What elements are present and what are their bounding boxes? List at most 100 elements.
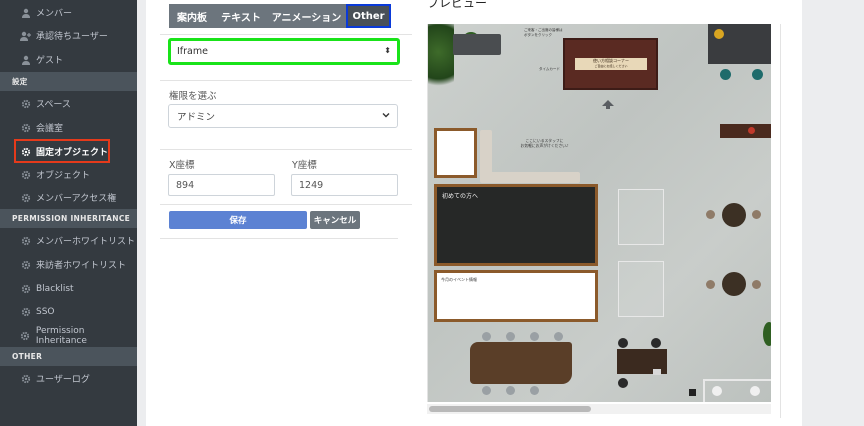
decor — [748, 127, 755, 134]
gear-icon — [20, 235, 31, 246]
office-chair — [651, 338, 661, 348]
chair — [706, 210, 715, 219]
sidebar-item-member-access[interactable]: メンバーアクセス権 — [0, 186, 137, 209]
role-label: 権限を選ぶ — [169, 91, 217, 102]
events-board: 今月のイベント情報 — [434, 270, 598, 322]
sidebar: メンバー 承認待ちユーザー ゲスト 設定 スペース 会議室 固定オブジェクト オ… — [0, 0, 137, 426]
highlight-fixed-objects — [14, 139, 110, 163]
entrance-mat — [453, 34, 501, 55]
laptop — [653, 369, 661, 375]
wooden-table — [470, 342, 572, 384]
first-visit-title: 初めての方へ — [442, 193, 479, 200]
sidebar-item-label: 承認待ちユーザー — [36, 32, 108, 42]
gear-icon — [20, 330, 31, 341]
preview-canvas[interactable]: ご来客・ご出席の皆様は ボタンをクリック タイムカード 使い方相談コーナー ご自… — [427, 24, 771, 402]
gear-icon — [20, 169, 31, 180]
chair — [554, 332, 563, 341]
stool — [752, 69, 763, 80]
sidebar-item-label: Permission Inheritance — [35, 325, 87, 346]
sidebar-item-label: メンバーホワイトリスト — [36, 237, 136, 247]
sidebar-item-meeting-rooms[interactable]: 会議室 — [0, 116, 137, 139]
chair — [530, 386, 539, 395]
sidebar-item-label: 会議室 — [36, 124, 64, 134]
gear-icon — [20, 283, 31, 294]
chevron-down-icon — [381, 110, 391, 123]
sidebar-item-sso[interactable]: SSO — [0, 300, 137, 323]
stool — [712, 386, 722, 396]
sidebar-item-members[interactable]: メンバー — [0, 1, 137, 24]
sofa-note: ここにいるスタッフに お気軽にお声がけください♪ — [520, 138, 569, 148]
tab-signboard[interactable]: 案内板 — [169, 4, 215, 28]
phone-booth — [618, 189, 664, 245]
sidebar-item-label: Blacklist — [36, 283, 74, 294]
sidebar-item-guest[interactable]: ゲスト — [0, 48, 137, 71]
stool — [720, 69, 731, 80]
sidebar-item-blacklist[interactable]: Blacklist — [0, 277, 137, 300]
gear-icon — [20, 192, 31, 203]
section-header-settings: 設定 — [0, 72, 137, 91]
sidebar-item-permission-inheritance[interactable]: Permission Inheritance — [0, 324, 137, 347]
time-card-label: タイムカード — [539, 67, 560, 71]
gear-icon — [20, 306, 31, 317]
divider — [160, 149, 412, 150]
sort-arrows-icon: ⬍ — [384, 46, 391, 55]
consultation-sign: 使い方相談コーナー ご自由にお話しください — [575, 58, 647, 70]
sidebar-item-visitor-whitelist[interactable]: 来訪者ホワイトリスト — [0, 253, 137, 276]
sidebar-item-member-whitelist[interactable]: メンバーホワイトリスト — [0, 229, 137, 252]
chair — [752, 280, 761, 289]
role-value: アドミン — [177, 112, 216, 123]
counter — [720, 124, 771, 138]
object-type-tabs: 案内板 テキスト アニメーション Other — [169, 4, 391, 28]
phone-booth — [618, 261, 664, 317]
tab-other[interactable]: Other — [346, 4, 391, 28]
divider — [160, 204, 412, 205]
preview-scroll-thumb[interactable] — [429, 406, 591, 412]
chair — [752, 210, 761, 219]
preview-title: プレビュー — [427, 0, 488, 10]
chair — [482, 386, 491, 395]
sidebar-item-label: オブジェクト — [36, 171, 91, 181]
user-icon — [20, 7, 31, 18]
divider — [780, 24, 781, 418]
sidebar-item-objects[interactable]: オブジェクト — [0, 163, 137, 186]
divider — [160, 34, 412, 35]
y-coordinate-input[interactable]: 1249 — [291, 174, 398, 196]
sidebar-item-spaces[interactable]: スペース — [0, 92, 137, 115]
save-button[interactable]: 保存 — [169, 211, 307, 229]
user-plus-icon — [20, 30, 31, 41]
power-outlet — [689, 389, 696, 396]
gear-icon — [20, 259, 31, 270]
arrow-up-icon — [602, 94, 614, 109]
x-coordinate-input[interactable]: 894 — [168, 174, 275, 196]
x-coordinate-label: X座標 — [169, 160, 195, 171]
chair — [706, 280, 715, 289]
main-panel: 案内板 テキスト アニメーション Other プレビュー Iframe ⬍ 権限… — [146, 0, 802, 426]
chalkboard-first-visit: 初めての方へ — [434, 184, 598, 266]
chair — [506, 332, 515, 341]
chair — [482, 332, 491, 341]
office-chair — [618, 378, 628, 388]
sidebar-item-label: 来訪者ホワイトリスト — [36, 261, 127, 271]
embed-type-value: Iframe — [177, 46, 208, 57]
sidebar-item-label: スペース — [36, 100, 71, 110]
divider — [160, 238, 398, 239]
office-chair — [618, 338, 628, 348]
round-table — [722, 272, 746, 296]
sidebar-item-user-log[interactable]: ユーザーログ — [0, 367, 137, 390]
gear-icon — [20, 122, 31, 133]
consultation-subtitle: ご自由にお話しください — [594, 64, 628, 68]
role-select[interactable]: アドミン — [168, 104, 398, 128]
sidebar-item-label: ユーザーログ — [36, 375, 90, 385]
entrance-note: ご来客・ご出席の皆様は ボタンをクリック — [524, 28, 563, 37]
embed-type-select[interactable]: Iframe ⬍ — [168, 38, 400, 65]
round-table — [722, 203, 746, 227]
sidebar-item-pending-users[interactable]: 承認待ちユーザー — [0, 24, 137, 47]
plant — [428, 24, 454, 94]
section-header-permission: PERMISSION INHERITANCE — [0, 209, 137, 228]
sofa — [480, 172, 580, 183]
tab-text[interactable]: テキスト — [215, 4, 267, 28]
reception-lamp — [714, 29, 724, 39]
tab-animation[interactable]: アニメーション — [267, 4, 346, 28]
cancel-button[interactable]: キャンセル — [310, 211, 360, 229]
stool — [750, 386, 760, 396]
